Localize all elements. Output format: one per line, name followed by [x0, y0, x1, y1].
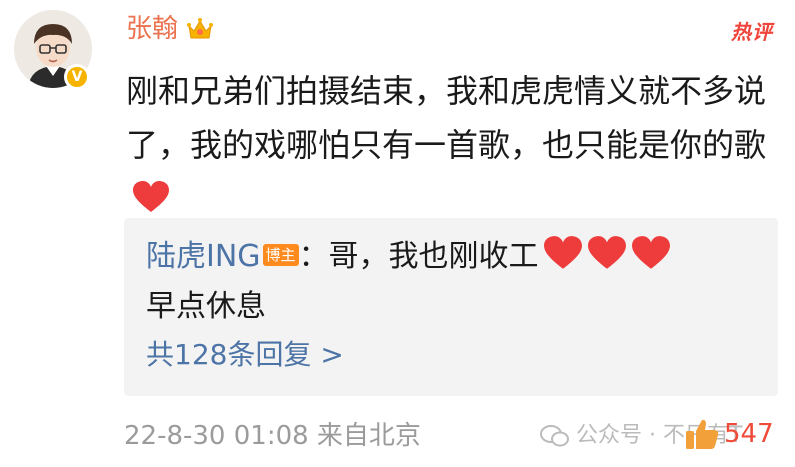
- reply-content: 陆虎ING 博主 ：哥，我也刚收工 早点休息: [146, 232, 766, 332]
- heart-icon: [133, 181, 169, 212]
- heart-icon: [587, 236, 626, 269]
- more-replies-link[interactable]: 共128条回复 >: [146, 336, 344, 374]
- hot-comment-badge: 热评: [731, 20, 773, 44]
- reply-box[interactable]: 陆虎ING 博主 ：哥，我也刚收工 早点休息 共128条回复 >: [124, 218, 778, 396]
- heart-icon: [543, 236, 582, 269]
- comment-body: 刚和兄弟们拍摄结束，我和虎虎情义就不多说了，我的戏哪怕只有一首歌，也只能是你的歌: [126, 72, 767, 164]
- comment-timestamp: 22-8-30 01:08 来自北京: [124, 421, 421, 451]
- reply-username[interactable]: 陆虎ING: [146, 239, 261, 274]
- blogger-badge: 博主: [262, 244, 299, 266]
- comment-username[interactable]: 张翰: [126, 12, 214, 46]
- crown-icon: [187, 18, 214, 39]
- verified-badge-icon: V: [64, 64, 90, 90]
- reply-text-part2: 早点休息: [146, 289, 266, 324]
- comment-text: 刚和兄弟们拍摄结束，我和虎虎情义就不多说了，我的戏哪怕只有一首歌，也只能是你的歌: [126, 64, 766, 226]
- reply-text-part1: ：哥，我也刚收工: [298, 239, 539, 274]
- thumbs-up-icon: [686, 419, 719, 449]
- username-text: 张翰: [126, 14, 179, 44]
- wechat-icon: [540, 425, 569, 447]
- heart-icon: [631, 236, 670, 269]
- like-button[interactable]: 547: [684, 416, 774, 452]
- like-count: 547: [724, 419, 774, 449]
